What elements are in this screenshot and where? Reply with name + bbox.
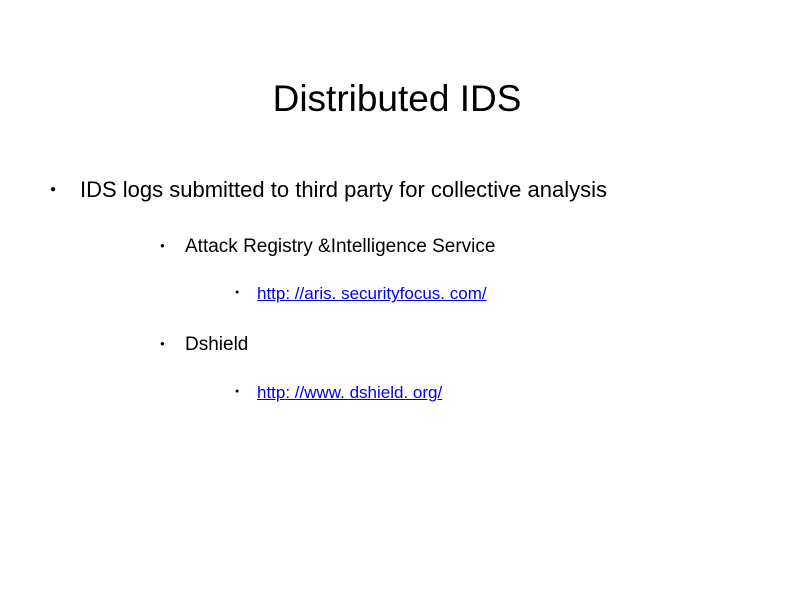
bullet-text: IDS logs submitted to third party for co… — [80, 177, 607, 202]
list-item: IDS logs submitted to third party for co… — [50, 176, 794, 404]
bullet-text: Dshield — [185, 334, 248, 355]
bullet-list-level3: http: //www. dshield. org/ — [235, 382, 794, 404]
bullet-list-level1: IDS logs submitted to third party for co… — [50, 176, 794, 404]
list-item: http: //aris. securityfocus. com/ — [235, 283, 794, 305]
list-item: http: //www. dshield. org/ — [235, 382, 794, 404]
list-item: Attack Registry &Intelligence Service ht… — [160, 235, 794, 306]
link-dshield[interactable]: http: //www. dshield. org/ — [257, 383, 442, 402]
bullet-text: Attack Registry &Intelligence Service — [185, 236, 495, 257]
slide: Distributed IDS IDS logs submitted to th… — [0, 0, 794, 595]
list-item: Dshield http: //www. dshield. org/ — [160, 333, 794, 404]
slide-title: Distributed IDS — [0, 78, 794, 120]
bullet-list-level3: http: //aris. securityfocus. com/ — [235, 283, 794, 305]
slide-content: IDS logs submitted to third party for co… — [0, 176, 794, 404]
bullet-list-level2: Attack Registry &Intelligence Service ht… — [160, 235, 794, 405]
link-aris[interactable]: http: //aris. securityfocus. com/ — [257, 284, 487, 303]
